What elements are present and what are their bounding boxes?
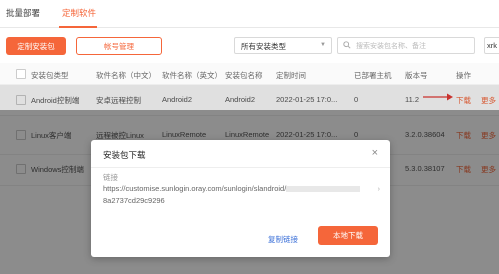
account-manage-button[interactable]: 帐号管理: [76, 37, 162, 55]
header-package: 安装包名称: [225, 71, 263, 80]
redacted-segment: [286, 186, 361, 193]
header-deployed: 已部署主机: [354, 71, 392, 80]
download-url[interactable]: https://customise.sunlogin.oray.com/sunl…: [103, 183, 380, 209]
header-name-cn: 软件名称（中文）: [96, 71, 156, 80]
download-modal: 安装包下载 × 链接 https://customise.sunlogin.or…: [91, 140, 390, 257]
link-label: 链接: [103, 173, 118, 182]
copy-link-button[interactable]: 复制链接: [268, 234, 298, 245]
search-icon: [343, 41, 351, 51]
header-action: 操作: [456, 71, 471, 80]
active-tab-underline: [59, 26, 97, 28]
install-type-select-value: 所有安装类型: [241, 42, 286, 51]
chevron-right-icon: ›: [377, 186, 380, 193]
modal-title: 安装包下载: [103, 150, 146, 160]
chevron-down-icon: ▼: [320, 42, 326, 48]
header-version: 版本号: [405, 71, 428, 80]
tab-custom-software[interactable]: 定制软件: [62, 7, 96, 19]
table-header: 安装包类型 软件名称（中文） 软件名称（英文） 安装包名称 定制时间 已部署主机…: [0, 63, 499, 85]
tab-batch-deploy[interactable]: 批量部署: [6, 7, 40, 19]
install-type-select[interactable]: 所有安装类型 ▼: [234, 37, 332, 54]
url-line1: https://customise.sunlogin.oray.com/sunl…: [103, 184, 287, 193]
header-name-en: 软件名称（英文）: [162, 71, 222, 80]
top-tabs: 批量部署 定制软件: [0, 0, 499, 28]
modal-mask-light: [0, 85, 499, 110]
header-type: 安装包类型: [31, 71, 69, 80]
close-icon[interactable]: ×: [372, 147, 378, 159]
url-line2: 8a2737cd29c9296: [103, 196, 165, 205]
header-time: 定制时间: [276, 71, 306, 80]
right-cut-field[interactable]: xrk: [484, 37, 499, 54]
modal-header: 安装包下载 ×: [91, 140, 390, 168]
select-all-checkbox[interactable]: [16, 69, 26, 79]
local-download-button[interactable]: 本地下载: [318, 226, 378, 245]
custom-package-button[interactable]: 定制安装包: [6, 37, 66, 55]
search-placeholder: 搜索安装包名称、备注: [356, 43, 426, 50]
search-input[interactable]: 搜索安装包名称、备注: [337, 37, 475, 54]
